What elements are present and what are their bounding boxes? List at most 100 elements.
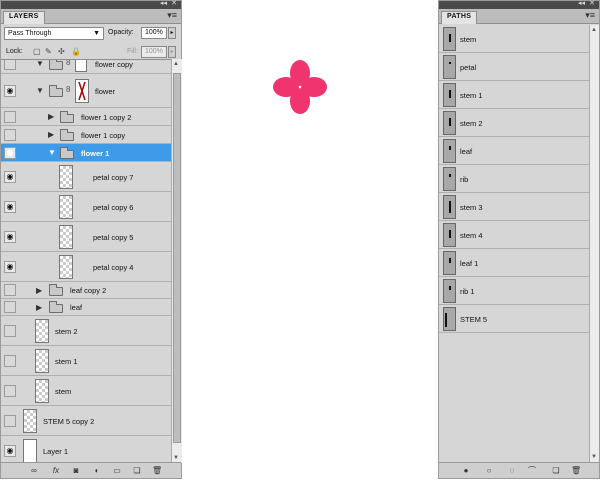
layer-row-selected[interactable]: ◉ ▼ flower 1 [1, 144, 171, 162]
fill-field[interactable]: 100% [141, 46, 167, 58]
layer-row[interactable]: ◉ Layer 1 [1, 436, 171, 463]
layer-row[interactable]: ◉ petal copy 6 [1, 192, 171, 222]
path-row[interactable]: stem 1 [439, 81, 589, 109]
layer-row[interactable]: ▶ leaf copy 2 [1, 282, 171, 299]
layer-name[interactable]: leaf [70, 303, 82, 312]
opacity-field[interactable]: 100% [141, 27, 167, 39]
path-row[interactable]: stem 2 [439, 109, 589, 137]
layer-row[interactable]: ◉ petal copy 7 [1, 162, 171, 192]
scroll-up-icon[interactable]: ▲ [173, 61, 179, 67]
layers-scrollbar[interactable]: ▲ ▼ [171, 59, 182, 463]
layer-thumbnail[interactable] [35, 349, 49, 373]
layer-row[interactable]: ▶ flower 1 copy 2 [1, 108, 171, 126]
fill-path-icon[interactable]: ● [461, 466, 471, 476]
layer-name[interactable]: petal copy 4 [93, 263, 133, 272]
eye-icon[interactable]: ◉ [4, 147, 16, 159]
layer-row[interactable]: ▶ flower 1 copy [1, 126, 171, 144]
blend-mode-select[interactable]: Pass Through ▼ [4, 27, 104, 40]
panel-menu-icon[interactable]: ▾≡ [167, 11, 177, 20]
path-name[interactable]: leaf 1 [460, 259, 478, 268]
path-name[interactable]: rib [460, 175, 468, 184]
layer-thumbnail[interactable] [35, 379, 49, 403]
eye-icon[interactable]: ◉ [4, 445, 16, 457]
layer-row[interactable]: ▶ leaf [1, 299, 171, 316]
path-name[interactable]: stem 1 [460, 91, 483, 100]
path-name[interactable]: stem 2 [460, 119, 483, 128]
scrollbar-thumb[interactable] [173, 73, 181, 443]
collapse-arrow-icon[interactable]: ▶ [36, 303, 42, 312]
path-name[interactable]: rib 1 [460, 287, 475, 296]
layer-name[interactable]: flower 1 [81, 149, 109, 158]
collapse-arrow-icon[interactable]: ▶ [48, 112, 54, 121]
layer-row[interactable]: ◉ ▼ 8 flower [1, 74, 171, 108]
scroll-down-icon[interactable]: ▼ [173, 455, 179, 461]
close-icon[interactable]: ✕ [589, 0, 595, 7]
path-row[interactable]: leaf [439, 137, 589, 165]
tab-layers[interactable]: LAYERS [3, 11, 45, 24]
visibility-toggle[interactable] [4, 325, 16, 337]
eye-icon[interactable]: ◉ [4, 85, 16, 97]
layer-name[interactable]: flower [95, 87, 115, 96]
layer-name[interactable]: Layer 1 [43, 447, 68, 456]
collapse-icon[interactable]: ◂◂ [160, 0, 167, 7]
lock-transparent-pixels-icon[interactable]: ▢ [33, 48, 41, 56]
path-name[interactable]: petal [460, 63, 476, 72]
layer-thumbnail[interactable] [59, 255, 73, 279]
document-canvas[interactable] [183, 0, 437, 479]
path-row[interactable]: stem [439, 25, 589, 53]
expand-arrow-icon[interactable]: ▼ [36, 60, 44, 68]
fx-icon[interactable]: fx [51, 466, 61, 476]
collapse-arrow-icon[interactable]: ▶ [36, 286, 42, 295]
eye-icon[interactable]: ◉ [4, 171, 16, 183]
trash-icon[interactable]: 🗑 [152, 466, 162, 476]
make-work-path-icon[interactable]: ⌒ [527, 466, 537, 476]
layer-name[interactable]: STEM 5 copy 2 [43, 417, 94, 426]
layer-row[interactable]: stem 2 [1, 316, 171, 346]
path-name[interactable]: STEM 5 [460, 315, 487, 324]
visibility-toggle[interactable] [4, 415, 16, 427]
path-row[interactable]: stem 4 [439, 221, 589, 249]
collapse-icon[interactable]: ◂◂ [578, 0, 585, 7]
paths-scrollbar[interactable]: ▲ ▼ [589, 25, 599, 462]
new-layer-icon[interactable]: ❏ [132, 466, 142, 476]
new-group-icon[interactable]: ▭ [112, 466, 122, 476]
expand-arrow-icon[interactable]: ▼ [48, 148, 56, 157]
path-row[interactable]: STEM 5 [439, 305, 589, 333]
layer-row[interactable]: ◉ petal copy 4 [1, 252, 171, 282]
new-path-icon[interactable]: ❏ [551, 466, 561, 476]
layer-thumbnail[interactable] [35, 319, 49, 343]
path-row[interactable]: petal [439, 53, 589, 81]
path-name[interactable]: stem 4 [460, 231, 483, 240]
opacity-slider-toggle[interactable]: ▸ [168, 27, 176, 39]
layer-name[interactable]: leaf copy 2 [70, 286, 106, 295]
layer-name[interactable]: petal copy 7 [93, 173, 133, 182]
eye-icon[interactable]: ◉ [4, 201, 16, 213]
layer-name[interactable]: stem 1 [55, 357, 78, 366]
load-as-selection-icon[interactable]: ◌ [507, 466, 517, 476]
visibility-toggle[interactable] [4, 301, 16, 313]
layer-name[interactable]: flower copy [95, 60, 133, 69]
add-mask-icon[interactable]: ◙ [71, 466, 81, 476]
scroll-down-icon[interactable]: ▼ [591, 454, 597, 460]
visibility-toggle[interactable] [4, 385, 16, 397]
path-name[interactable]: stem [460, 35, 476, 44]
layer-mask-thumbnail[interactable] [75, 79, 89, 103]
scroll-up-icon[interactable]: ▲ [591, 27, 597, 33]
layer-name[interactable]: stem 2 [55, 327, 78, 336]
path-name[interactable]: stem 3 [460, 203, 483, 212]
layer-thumbnail[interactable] [23, 439, 37, 463]
layer-name[interactable]: stem [55, 387, 71, 396]
stroke-path-icon[interactable]: ○ [484, 466, 494, 476]
layer-row[interactable]: ▼ 8 flower copy [1, 60, 171, 74]
path-row[interactable]: rib [439, 165, 589, 193]
layer-name[interactable]: flower 1 copy [81, 131, 125, 140]
path-row[interactable]: stem 3 [439, 193, 589, 221]
close-icon[interactable]: ✕ [171, 0, 177, 7]
eye-icon[interactable]: ◉ [4, 231, 16, 243]
layer-thumbnail[interactable] [23, 409, 37, 433]
collapse-arrow-icon[interactable]: ▶ [48, 130, 54, 139]
path-name[interactable]: leaf [460, 147, 472, 156]
layer-thumbnail[interactable] [59, 165, 73, 189]
layer-thumbnail[interactable] [59, 225, 73, 249]
layer-mask-thumbnail[interactable] [75, 60, 87, 72]
